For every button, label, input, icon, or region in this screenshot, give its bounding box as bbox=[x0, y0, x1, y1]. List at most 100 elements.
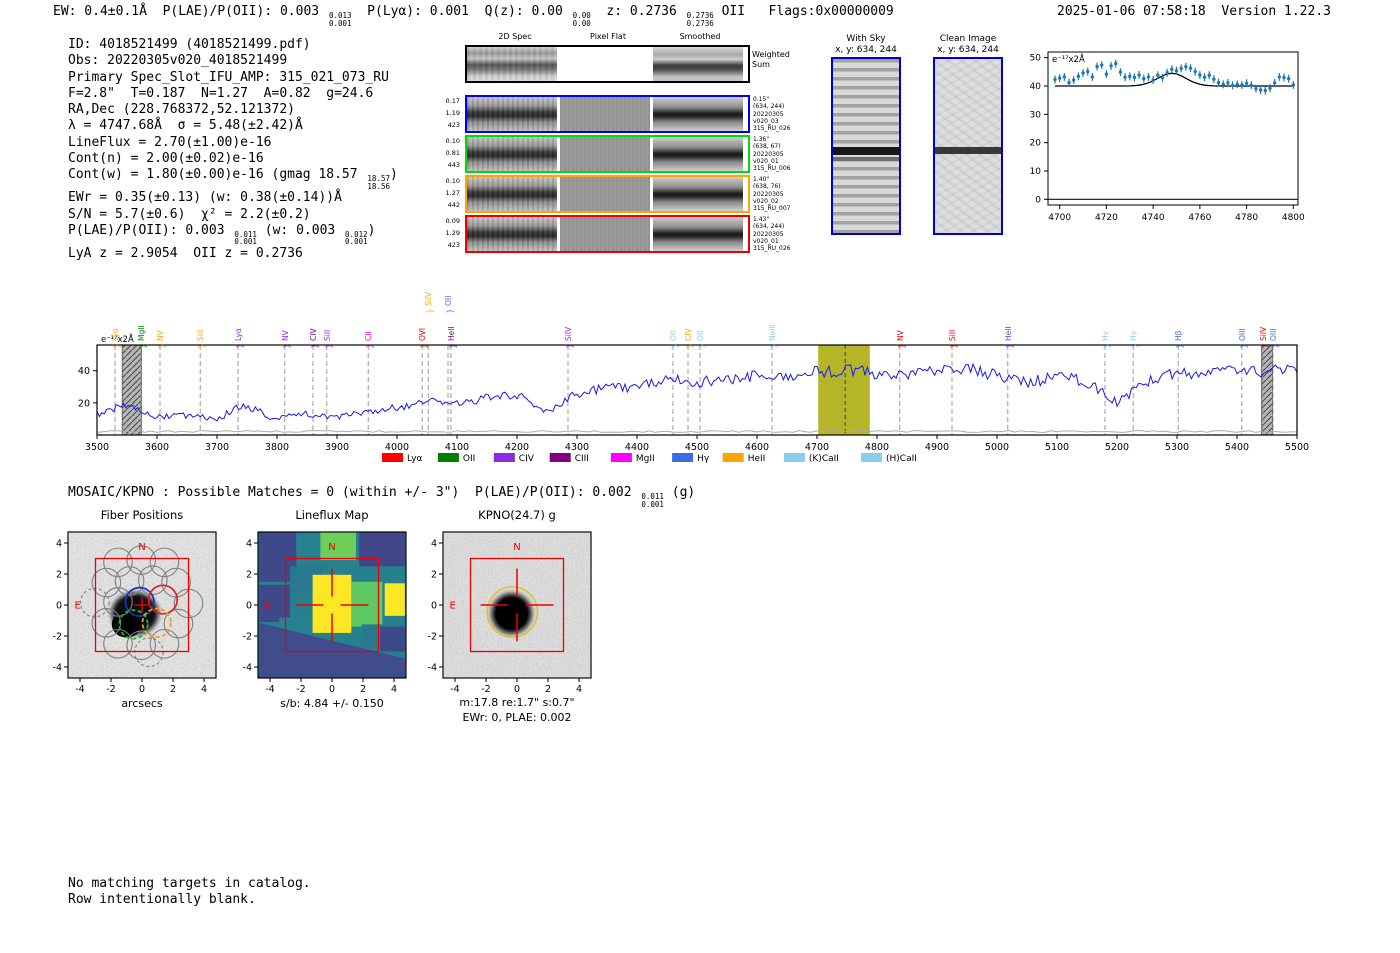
info-line: Cont(w) = 1.80(±0.00)e-16 (gmag 18.57 18… bbox=[68, 167, 398, 191]
info-line: ID: 4018521499 (4018521499.pdf) bbox=[68, 37, 311, 52]
panel-xlabel: arcsecs bbox=[121, 697, 163, 710]
line-label-brace: { bbox=[770, 344, 779, 349]
sup-sub-value: 18.57 18.56 bbox=[367, 174, 390, 191]
legend-swatch bbox=[722, 453, 744, 462]
legend-label: CIV bbox=[519, 454, 535, 464]
line-label-brace: { bbox=[426, 309, 435, 314]
line-label: CIV bbox=[684, 328, 693, 341]
smoothed-image bbox=[653, 137, 743, 171]
svg-text:3900: 3900 bbox=[325, 442, 349, 453]
spec2d-image bbox=[467, 177, 557, 211]
cutout-row-left-stats: 0.10 0.81 443 bbox=[445, 137, 460, 169]
line-label-brace: { bbox=[1240, 344, 1249, 349]
line-label-brace: { bbox=[950, 344, 959, 349]
line-label: Hβ bbox=[1174, 330, 1183, 341]
line-label: OVI bbox=[418, 328, 427, 341]
east-label: E bbox=[75, 601, 81, 612]
smoothed-image bbox=[653, 217, 743, 251]
svg-text:-4: -4 bbox=[243, 663, 252, 674]
line-label: SiII bbox=[323, 330, 332, 341]
line-label-brace: { bbox=[1006, 344, 1015, 349]
legend: Lyα OII CIV CIII MgII Hγ HeII (K)CaII (H)CaII bbox=[382, 453, 917, 464]
line-label: MgII bbox=[137, 325, 146, 341]
line-label-brace: { bbox=[449, 344, 458, 349]
line-label: SiIV bbox=[564, 326, 573, 341]
kpno-cutout-panel: -4 -4 -2 -2 0 0 2 2 4 4 KPNO(24.7) g m:17.8 re:1.7"… bbox=[428, 508, 592, 724]
svg-text:10: 10 bbox=[1030, 167, 1042, 177]
line-label-brace: { bbox=[139, 344, 148, 349]
line-label-brace: { bbox=[113, 344, 122, 349]
svg-text:5500: 5500 bbox=[1285, 442, 1309, 453]
svg-text:4720: 4720 bbox=[1095, 213, 1118, 223]
timestamp-gap bbox=[1206, 4, 1222, 19]
line-label: Hγ bbox=[1129, 330, 1138, 341]
line-label-brace: { bbox=[158, 344, 167, 349]
svg-text:4: 4 bbox=[201, 684, 207, 695]
svg-text:4700: 4700 bbox=[805, 442, 829, 453]
line-label: SiIV bbox=[424, 291, 433, 306]
line-label: HeII bbox=[447, 326, 456, 341]
east-label: E bbox=[450, 601, 456, 612]
svg-text:4: 4 bbox=[391, 684, 397, 695]
info-line: P(LAE)/P(OII): 0.003 0.011 0.001 (w: 0.00… bbox=[68, 222, 376, 247]
svg-text:4600: 4600 bbox=[745, 442, 769, 453]
panel-title: Fiber Positions bbox=[101, 508, 184, 522]
detected-line-highlight-band bbox=[818, 345, 870, 435]
svg-text:30: 30 bbox=[1030, 110, 1042, 120]
svg-text:2: 2 bbox=[246, 570, 252, 581]
sup-sub-value: 0.00 0.00 bbox=[572, 11, 591, 28]
info-line: F=2.8" T=0.187 N=1.27 A=0.82 g=24.6 bbox=[68, 85, 374, 101]
east-label: E bbox=[265, 601, 271, 612]
weighted-sum-label: Weighted Sum bbox=[752, 50, 790, 69]
legend-label: CIII bbox=[575, 454, 589, 464]
line-label: HeII bbox=[1004, 326, 1013, 341]
line-label: OIII bbox=[1269, 328, 1278, 341]
lineflux-map-panel: -4 -4 -2 -2 0 0 2 2 4 4 Lineflux Map s/b: 4.84 +/- … bbox=[243, 508, 407, 710]
detection-info-block: ID: 4018521499 (4018521499.pdf) Obs: 2022… bbox=[68, 37, 398, 262]
svg-text:4800: 4800 bbox=[1282, 213, 1305, 223]
info-line: Obs: 20220305v020_4018521499 bbox=[68, 53, 288, 69]
svg-text:4: 4 bbox=[576, 684, 582, 695]
svg-text:4400: 4400 bbox=[625, 442, 649, 453]
svg-text:3600: 3600 bbox=[145, 442, 169, 453]
bright-fiber-band bbox=[935, 147, 1001, 154]
svg-text:-2: -2 bbox=[296, 684, 305, 695]
svg-text:4780: 4780 bbox=[1235, 213, 1258, 223]
line-label-brace: { bbox=[698, 344, 707, 349]
svg-text:-4: -4 bbox=[450, 684, 459, 695]
svg-text:20: 20 bbox=[1030, 139, 1042, 149]
line-label: SiIV bbox=[1259, 326, 1268, 341]
line-label: Hγ bbox=[1101, 330, 1110, 341]
legend-swatch bbox=[672, 453, 694, 462]
panel-xlabel: m:17.8 re:1.7" s:0.7" bbox=[459, 696, 574, 709]
line-label: SiII bbox=[948, 330, 957, 341]
svg-text:40: 40 bbox=[78, 366, 90, 377]
cutout-row-left-stats: 0.10 1.27 442 bbox=[445, 177, 460, 209]
svg-text:4740: 4740 bbox=[1142, 213, 1165, 223]
north-label: N bbox=[513, 542, 520, 553]
sky-image-texture bbox=[935, 59, 1001, 233]
with-sky-image bbox=[831, 57, 901, 235]
spec2d-image bbox=[467, 137, 557, 171]
line-label: NeIII bbox=[768, 324, 777, 341]
spectrum-line bbox=[96, 362, 1298, 422]
main-spectrum-chart: 3500 3600 3700 3800 3900 4000 4100 4200 4300 4400… bbox=[78, 291, 1309, 464]
smoothed-image bbox=[653, 97, 743, 131]
svg-text:4: 4 bbox=[246, 539, 252, 550]
svg-text:0: 0 bbox=[139, 684, 145, 695]
line-label-brace: { bbox=[671, 344, 680, 349]
elixer-report-page: { "meta": { "timestamp": "2025-01-06 07:… bbox=[0, 0, 1400, 953]
masked-region-band bbox=[121, 344, 142, 436]
svg-text:2: 2 bbox=[545, 684, 551, 695]
line-label: Lyα bbox=[111, 328, 120, 341]
svg-text:-2: -2 bbox=[428, 632, 437, 643]
line-label-brace: { bbox=[1176, 344, 1185, 349]
panel-title: KPNO(24.7) g bbox=[478, 508, 556, 522]
legend-swatch bbox=[437, 453, 459, 462]
column-header-smoothed: Smoothed bbox=[679, 32, 721, 41]
svg-text:2: 2 bbox=[56, 570, 62, 581]
report-timestamp: 2025-01-06 07:58:18 bbox=[1057, 4, 1206, 19]
svg-text:4100: 4100 bbox=[445, 442, 469, 453]
svg-text:4500: 4500 bbox=[685, 442, 709, 453]
footer-line-1: No matching targets in catalog. bbox=[68, 876, 311, 891]
